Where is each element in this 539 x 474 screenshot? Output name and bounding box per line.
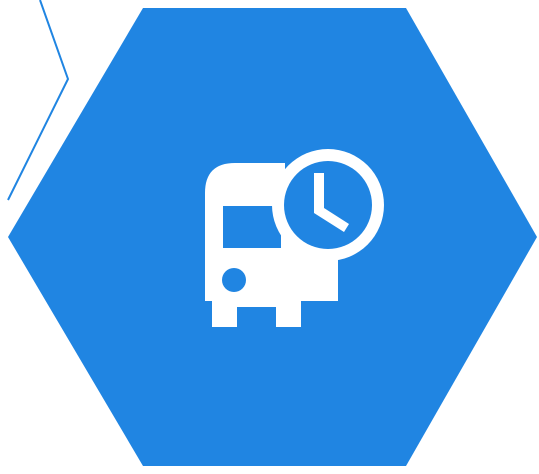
bus-headlight-left xyxy=(222,268,246,292)
graphic xyxy=(7,0,537,466)
canvas xyxy=(0,0,539,474)
clock-face xyxy=(284,161,372,249)
bus-windshield xyxy=(223,206,281,248)
